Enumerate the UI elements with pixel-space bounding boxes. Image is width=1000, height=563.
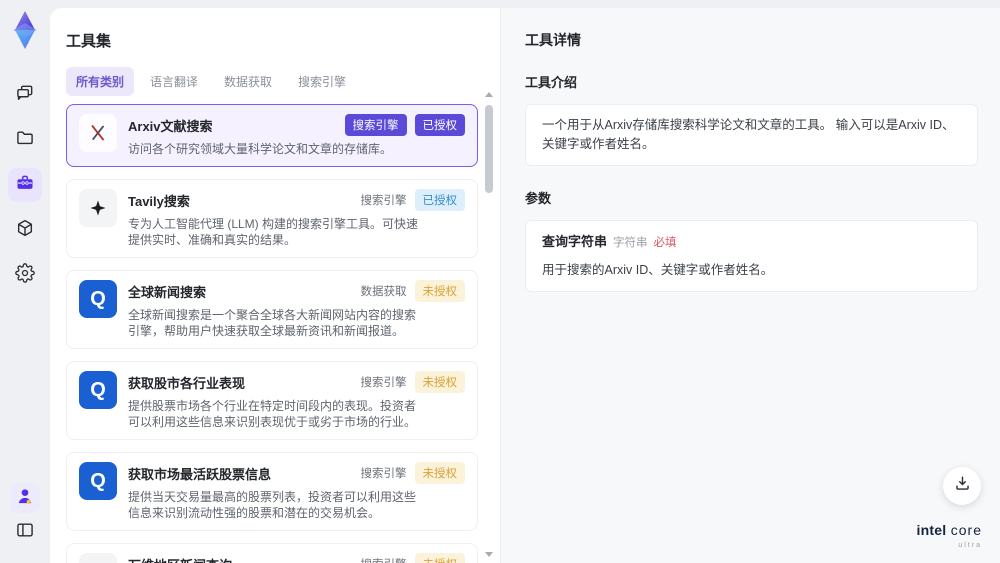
sidebar-item-tools[interactable] — [8, 168, 42, 202]
q-news-logo-icon: Q — [79, 280, 117, 318]
category-badge: 搜索引擎 — [344, 114, 407, 136]
rail-bottom — [8, 483, 42, 549]
brand-secondary: core — [950, 522, 982, 538]
category-tabs: 所有类别 语言翻译 数据获取 搜索引擎 — [66, 67, 500, 96]
tool-card-tavily[interactable]: Tavily搜索 搜索引擎 已授权 专为人工智能代理 (LLM) 构建的搜索引擎… — [66, 179, 478, 258]
auth-status-badge: 已授权 — [414, 189, 465, 211]
tool-card-regional-news[interactable]: 万维地区新闻查询 搜索引擎 未授权 查询具体行政区划内的新闻，快速了解各地新闻动 — [66, 543, 478, 563]
q-news-logo-icon: Q — [79, 371, 117, 409]
sidebar-item-files[interactable] — [8, 123, 42, 157]
tool-name: Tavily搜索 — [128, 193, 190, 209]
app-root: 工具集 所有类别 语言翻译 数据获取 搜索引擎 Arxiv文献搜索 搜索引擎 已… — [0, 0, 1000, 563]
params-heading: 参数 — [525, 190, 552, 206]
tool-card-list: Arxiv文献搜索 搜索引擎 已授权 访问各个研究领域大量科学论文和文章的存储库… — [66, 104, 478, 563]
tool-description: 专为人工智能代理 (LLM) 构建的搜索引擎工具。可快速提供实时、准确和真实的结… — [128, 217, 419, 247]
tool-detail-panel: 工具详情 工具介绍 一个用于从Arxiv存储库搜索科学论文和文章的工具。 输入可… — [500, 8, 1000, 563]
tool-list-panel: 工具集 所有类别 语言翻译 数据获取 搜索引擎 Arxiv文献搜索 搜索引擎 已… — [50, 8, 500, 563]
download-button[interactable] — [943, 467, 981, 505]
avatar-icon — [15, 486, 35, 511]
category-badge: 搜索引擎 — [360, 377, 407, 389]
tool-description: 提供股票市场各个行业在特定时间段内的表现。投资者可以利用这些信息来识别表现优于或… — [128, 399, 417, 429]
tool-card-active-stocks[interactable]: Q 获取市场最活跃股票信息 搜索引擎 未授权 提供当天交易量最高的股票列表，投资… — [66, 452, 478, 531]
tool-card-global-news[interactable]: Q 全球新闻搜索 数据获取 未授权 全球新闻搜索是一个聚合全球各大新闻网站内容的… — [66, 270, 478, 349]
tool-name: 获取股市各行业表现 — [128, 375, 246, 391]
brand-primary: intel — [916, 522, 947, 538]
tool-description: 访问各个研究领域大量科学论文和文章的存储库。 — [128, 142, 393, 156]
tab-language-translation[interactable]: 语言翻译 — [140, 67, 208, 96]
folder-icon — [15, 128, 35, 153]
page-title: 工具集 — [66, 33, 112, 50]
chat-icon — [15, 83, 35, 108]
list-scrollbar[interactable] — [484, 92, 494, 557]
tab-all-categories[interactable]: 所有类别 — [66, 67, 135, 96]
param-description: 用于搜索的Arxiv ID、关键字或作者姓名。 — [542, 262, 774, 277]
category-badge: 搜索引擎 — [360, 468, 407, 480]
tavily-star-icon — [79, 189, 117, 227]
tab-data-fetch[interactable]: 数据获取 — [214, 67, 282, 96]
param-box: 查询字符串 字符串 必填 用于搜索的Arxiv ID、关键字或作者姓名。 — [525, 219, 978, 292]
tool-name: 全球新闻搜索 — [128, 284, 207, 300]
main-card: 工具集 所有类别 语言翻译 数据获取 搜索引擎 Arxiv文献搜索 搜索引擎 已… — [50, 8, 1000, 563]
panel-toggle-icon — [15, 520, 35, 545]
tab-search-engine[interactable]: 搜索引擎 — [288, 67, 356, 96]
q-news-logo-icon: Q — [79, 462, 117, 500]
param-required-badge: 必填 — [653, 236, 677, 249]
arxiv-logo-icon — [79, 114, 117, 152]
tool-name: 获取市场最活跃股票信息 — [128, 466, 272, 482]
sidebar-item-plugins[interactable] — [8, 213, 42, 247]
auth-status-badge: 已授权 — [414, 114, 465, 136]
param-type: 字符串 — [613, 236, 648, 249]
tool-name: 万维地区新闻查询 — [128, 555, 232, 563]
scroll-up-arrow-icon[interactable] — [485, 92, 493, 97]
gear-icon — [15, 262, 35, 288]
category-badge: 搜索引擎 — [361, 553, 407, 563]
intro-text: 一个用于从Arxiv存储库搜索科学论文和文章的工具。 输入可以是Arxiv ID… — [542, 118, 955, 151]
sidebar-item-chat[interactable] — [8, 78, 42, 112]
rail-nav — [8, 78, 42, 292]
scroll-down-arrow-icon[interactable] — [485, 552, 493, 557]
auth-status-badge: 未授权 — [414, 553, 465, 563]
auth-status-badge: 未授权 — [414, 280, 465, 302]
toolbox-icon — [15, 173, 35, 198]
app-logo-icon — [8, 10, 42, 50]
tool-card-sector-performance[interactable]: Q 获取股市各行业表现 搜索引擎 未授权 提供股票市场各个行业在特定时间段内的表… — [66, 361, 478, 440]
category-badge: 数据获取 — [360, 286, 407, 298]
sidebar-item-settings[interactable] — [8, 258, 42, 292]
intro-box: 一个用于从Arxiv存储库搜索科学论文和文章的工具。 输入可以是Arxiv ID… — [525, 104, 978, 166]
auth-status-badge: 未授权 — [414, 371, 465, 393]
category-badge: 搜索引擎 — [360, 195, 407, 207]
brand-sub: ultra — [958, 542, 982, 549]
download-icon — [953, 474, 972, 498]
tool-description: 提供当天交易量最高的股票列表，投资者可以利用这些信息来识别流动性强的股票和潜在的… — [128, 490, 417, 520]
param-name: 查询字符串 — [542, 233, 608, 249]
newspaper-icon — [79, 553, 117, 563]
intro-heading: 工具介绍 — [525, 75, 578, 90]
scrollbar-thumb[interactable] — [485, 105, 493, 193]
tool-card-arxiv[interactable]: Arxiv文献搜索 搜索引擎 已授权 访问各个研究领域大量科学论文和文章的存储库… — [66, 104, 478, 167]
tool-name: Arxiv文献搜索 — [128, 118, 213, 134]
detail-title: 工具详情 — [525, 32, 581, 48]
panel-toggle-button[interactable] — [8, 515, 42, 549]
tool-description: 全球新闻搜索是一个聚合全球各大新闻网站内容的搜索引擎，帮助用户快速获取全球最新资… — [128, 308, 417, 338]
cube-icon — [15, 218, 35, 243]
user-avatar[interactable] — [10, 483, 40, 513]
icon-rail — [0, 0, 50, 563]
auth-status-badge: 未授权 — [414, 462, 465, 484]
intel-core-logo: intel core ultra — [917, 523, 982, 549]
